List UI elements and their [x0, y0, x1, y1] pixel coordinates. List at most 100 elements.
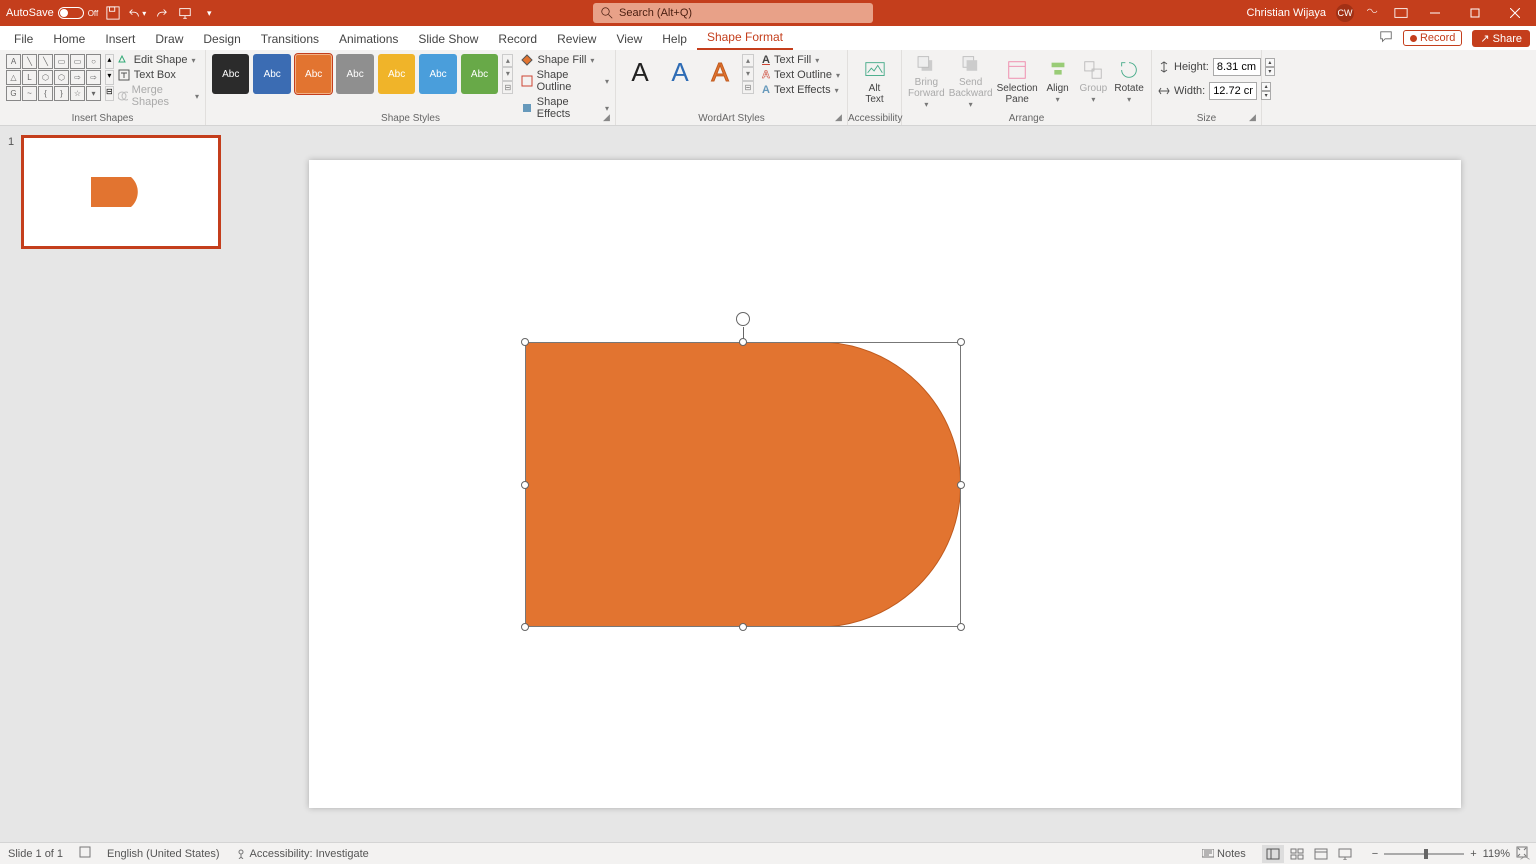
resize-handle-tr[interactable]	[957, 338, 965, 346]
text-effects-button[interactable]: AText Effects▾	[762, 84, 840, 96]
shape-style-4[interactable]: Abc	[378, 54, 415, 94]
spellcheck-icon[interactable]	[79, 846, 91, 861]
slideshow-view-button[interactable]	[1334, 845, 1356, 863]
start-from-beginning-icon[interactable]	[176, 4, 194, 22]
tab-help[interactable]: Help	[652, 28, 697, 50]
shape-style-1[interactable]: Abc	[253, 54, 290, 94]
resize-handle-bl[interactable]	[521, 623, 529, 631]
width-input[interactable]	[1209, 82, 1257, 100]
style-scroll-down[interactable]: ▾	[502, 67, 513, 80]
maximize-button[interactable]	[1460, 0, 1490, 26]
shape-style-2[interactable]: Abc	[295, 54, 332, 94]
redo-icon[interactable]	[152, 4, 170, 22]
resize-handle-l[interactable]	[521, 481, 529, 489]
shape-outline-button[interactable]: Shape Outline▾	[521, 69, 609, 93]
tab-review[interactable]: Review	[547, 28, 606, 50]
gallery-more[interactable]: ⊟	[105, 86, 114, 101]
style-more[interactable]: ⊟	[502, 81, 513, 94]
shape-fill-button[interactable]: Shape Fill▾	[521, 54, 609, 66]
ribbon-mode-icon[interactable]	[1392, 4, 1410, 22]
height-up[interactable]: ▴	[1265, 58, 1275, 67]
tab-insert[interactable]: Insert	[95, 28, 145, 50]
height-down[interactable]: ▾	[1265, 67, 1275, 76]
width-down[interactable]: ▾	[1261, 91, 1271, 100]
normal-view-button[interactable]	[1262, 845, 1284, 863]
tab-shape-format[interactable]: Shape Format	[697, 26, 793, 50]
text-box-button[interactable]: Text Box	[118, 69, 199, 81]
zoom-slider[interactable]: − + 119%	[1372, 846, 1528, 861]
tab-view[interactable]: View	[606, 28, 652, 50]
wordart-style-1[interactable]: A	[622, 54, 658, 90]
tab-file[interactable]: File	[4, 28, 43, 50]
close-button[interactable]	[1500, 0, 1530, 26]
zoom-in-button[interactable]: +	[1470, 848, 1476, 860]
style-scroll-up[interactable]: ▴	[502, 54, 513, 67]
send-backward-button[interactable]: Send Backward▾	[949, 54, 993, 110]
tab-slideshow[interactable]: Slide Show	[408, 28, 488, 50]
shapes-gallery[interactable]: A╲╲▭▭○ △L⬡⬡⇨⇨ G~{}☆▾	[6, 54, 101, 101]
shape-style-3[interactable]: Abc	[336, 54, 373, 94]
wordart-style-2[interactable]: A	[662, 54, 698, 90]
autosave-switch-icon[interactable]	[58, 7, 84, 19]
merge-shapes-button[interactable]: Merge Shapes▾	[118, 84, 199, 108]
tab-design[interactable]: Design	[193, 28, 250, 50]
notes-button[interactable]: Notes	[1202, 848, 1246, 860]
slide-canvas-area[interactable]	[234, 126, 1536, 842]
gallery-scroll-up[interactable]: ▴	[105, 54, 114, 69]
qat-customize-icon[interactable]: ▾	[200, 4, 218, 22]
tab-animations[interactable]: Animations	[329, 28, 408, 50]
bring-forward-button[interactable]: Bring Forward▾	[908, 54, 945, 110]
autosave-toggle[interactable]: AutoSave Off	[6, 7, 98, 19]
height-input[interactable]	[1213, 58, 1261, 76]
shape-style-6[interactable]: Abc	[461, 54, 498, 94]
tab-draw[interactable]: Draw	[145, 28, 193, 50]
align-button[interactable]: Align▾	[1042, 54, 1074, 110]
slide-thumbnails-pane[interactable]: 1	[0, 126, 234, 842]
zoom-out-button[interactable]: −	[1372, 848, 1378, 860]
shape-style-0[interactable]: Abc	[212, 54, 249, 94]
size-launcher[interactable]: ◢	[1249, 112, 1259, 122]
zoom-track[interactable]	[1384, 853, 1464, 855]
coming-soon-icon[interactable]	[1364, 4, 1382, 22]
rotate-button[interactable]: Rotate▾	[1113, 54, 1145, 110]
wordart-launcher[interactable]: ◢	[835, 112, 845, 122]
undo-icon[interactable]: ▾	[128, 4, 146, 22]
tab-transitions[interactable]: Transitions	[251, 28, 329, 50]
resize-handle-tl[interactable]	[521, 338, 529, 346]
selected-shape[interactable]	[525, 342, 961, 627]
accessibility-indicator[interactable]: Accessibility: Investigate	[236, 848, 369, 860]
rotate-handle[interactable]	[736, 312, 750, 326]
alt-text-button[interactable]: Alt Text	[854, 54, 895, 110]
slide-sorter-button[interactable]	[1286, 845, 1308, 863]
shape-styles-launcher[interactable]: ◢	[603, 112, 613, 122]
language-indicator[interactable]: English (United States)	[107, 848, 220, 860]
resize-handle-br[interactable]	[957, 623, 965, 631]
comments-icon[interactable]	[1379, 30, 1393, 47]
tab-record[interactable]: Record	[488, 28, 547, 50]
minimize-button[interactable]	[1420, 0, 1450, 26]
selection-pane-button[interactable]: Selection Pane	[997, 54, 1038, 110]
search-box[interactable]: Search (Alt+Q)	[593, 3, 873, 23]
shape-style-5[interactable]: Abc	[419, 54, 456, 94]
tab-home[interactable]: Home	[43, 28, 95, 50]
reading-view-button[interactable]	[1310, 845, 1332, 863]
wordart-style-3[interactable]: A	[702, 54, 738, 90]
share-button[interactable]: ↗Share	[1472, 30, 1530, 47]
edit-shape-button[interactable]: Edit Shape▾	[118, 54, 199, 66]
record-button[interactable]: Record	[1403, 30, 1462, 46]
user-avatar[interactable]: CW	[1336, 4, 1354, 22]
collapse-ribbon-icon[interactable]: ︿	[1520, 847, 1530, 862]
save-icon[interactable]	[104, 4, 122, 22]
gallery-scroll-down[interactable]: ▾	[105, 70, 114, 85]
wordart-more[interactable]: ⊟	[742, 81, 754, 94]
text-fill-button[interactable]: AText Fill▾	[762, 54, 840, 66]
wordart-scroll-down[interactable]: ▾	[742, 67, 754, 80]
wordart-scroll-up[interactable]: ▴	[742, 54, 754, 67]
width-up[interactable]: ▴	[1261, 82, 1271, 91]
slide[interactable]	[309, 160, 1461, 808]
group-button[interactable]: Group▾	[1077, 54, 1109, 110]
slide-thumbnail-1[interactable]	[22, 136, 220, 248]
zoom-level[interactable]: 119%	[1483, 848, 1510, 860]
zoom-thumb[interactable]	[1424, 849, 1428, 859]
resize-handle-r[interactable]	[957, 481, 965, 489]
